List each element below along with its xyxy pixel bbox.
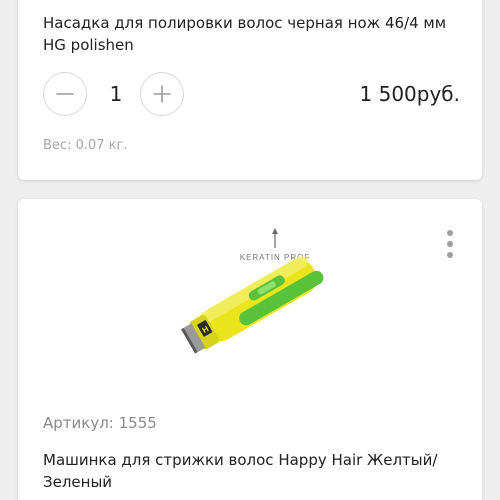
product-title[interactable]: Насадка для полировки волос черная нож 4… (43, 12, 463, 56)
more-vertical-icon[interactable] (440, 229, 460, 259)
increase-quantity-button[interactable] (140, 72, 184, 116)
product-title[interactable]: Машинка для стрижки волос Happy Hair Жел… (43, 449, 463, 493)
minus-icon (56, 93, 74, 95)
item-weight: Вес: 0.07 кг. (43, 138, 128, 153)
product-card[interactable]: KERATIN PROF H Артикул: 1555 Машинка для… (18, 199, 482, 500)
quantity-value[interactable]: 1 (103, 82, 129, 106)
product-article: Артикул: 1555 (43, 414, 157, 432)
cart-item-card: Насадка для полировки волос черная нож 4… (18, 0, 482, 180)
quantity-row: 1 1 500руб. (43, 72, 463, 118)
product-image[interactable]: KERATIN PROF H (158, 224, 348, 364)
page: Насадка для полировки волос черная нож 4… (0, 0, 500, 500)
decrease-quantity-button[interactable] (43, 72, 87, 116)
plus-icon (153, 85, 171, 103)
item-price: 1 500руб. (359, 82, 460, 106)
